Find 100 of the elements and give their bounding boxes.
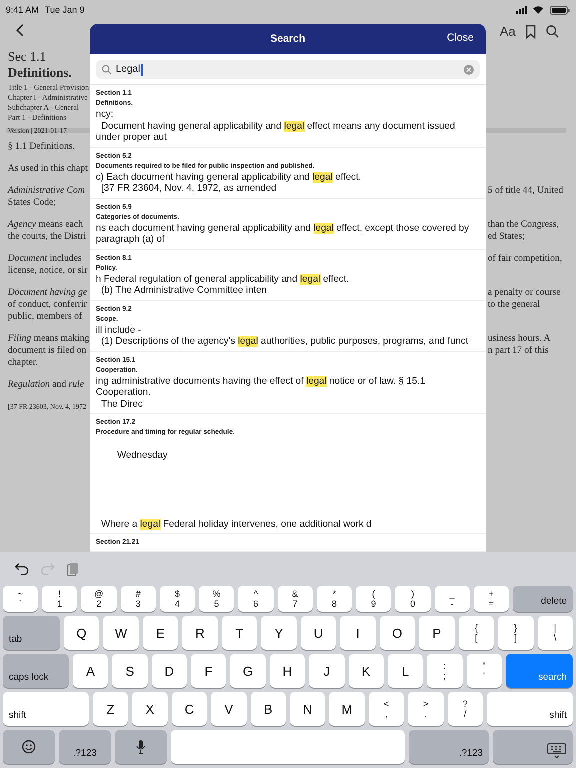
key[interactable]: ( 9 (356, 586, 392, 612)
dictation-key[interactable] (115, 730, 167, 764)
key[interactable]: O (380, 616, 416, 650)
result-snippet[interactable]: Wednesday Where a legal Federal holiday intervenes, one additional work d (96, 438, 480, 530)
document-text: public, members of (7, 311, 84, 323)
key[interactable]: ? / (448, 692, 484, 726)
dialog-title: Search (270, 33, 306, 45)
search-key[interactable]: search (506, 654, 573, 688)
key[interactable]: ~ ` (3, 586, 38, 612)
key[interactable]: _ - (434, 586, 470, 612)
key[interactable]: # 3 (120, 586, 156, 612)
key[interactable]: Y (261, 616, 297, 650)
key[interactable]: V (211, 692, 247, 726)
hide-keyboard-key[interactable] (493, 730, 573, 764)
undo-icon[interactable] (15, 563, 29, 575)
key[interactable]: G (230, 654, 266, 688)
key[interactable]: : ; (427, 654, 463, 688)
key[interactable]: E (142, 616, 178, 650)
key[interactable]: } ] (498, 616, 534, 650)
key[interactable]: ) 0 (395, 586, 431, 612)
bookmark-icon[interactable] (526, 24, 536, 38)
document-text: Agency means each (6, 219, 84, 231)
document-text: As used in this chapt (7, 163, 89, 175)
key[interactable]: X (132, 692, 168, 726)
numbers-key[interactable]: .?123 (409, 730, 489, 764)
key[interactable]: < , (368, 692, 404, 726)
key[interactable]: U (300, 616, 336, 650)
key[interactable]: F (191, 654, 226, 688)
tab-key[interactable]: tab (3, 616, 60, 650)
emoji-key[interactable] (3, 730, 55, 764)
key[interactable]: R (182, 616, 218, 650)
key[interactable]: @ 2 (81, 586, 117, 612)
delete-key[interactable]: delete (513, 586, 574, 612)
key[interactable]: Q (64, 616, 100, 650)
shift-key[interactable]: shift (3, 692, 89, 726)
document-text: than the Congress, (487, 219, 560, 231)
result-snippet[interactable]: ill include - (1) Descriptions of the agency's legal authorities, public purposes, programs, and funct (96, 324, 480, 348)
document-text: 5 of title 44, United (487, 185, 564, 197)
key[interactable]: K (348, 654, 384, 688)
shift-key[interactable]: shift (487, 692, 574, 726)
key[interactable]: I (340, 616, 376, 650)
key[interactable]: S (112, 654, 148, 688)
battery-icon (550, 6, 570, 14)
key[interactable]: ! 1 (42, 586, 78, 612)
key[interactable]: T (222, 616, 258, 650)
key[interactable]: % 5 (199, 586, 234, 612)
key[interactable]: * 8 (316, 586, 352, 612)
back-icon[interactable] (16, 24, 24, 37)
key[interactable]: J (309, 654, 345, 688)
key[interactable]: D (152, 654, 188, 688)
key[interactable]: L (388, 654, 424, 688)
key[interactable]: + = (474, 586, 510, 612)
document-text: usiness hours. A (487, 333, 552, 345)
document-text: Filing means making (7, 333, 90, 345)
document-text: a penalty or course (487, 287, 562, 299)
key[interactable]: ^ 6 (238, 586, 274, 612)
key[interactable]: { [ (458, 616, 494, 650)
key[interactable]: & 7 (278, 586, 313, 612)
document-text: license, notice, or sir (7, 265, 89, 277)
key[interactable]: P (419, 616, 455, 650)
key[interactable]: $ 4 (160, 586, 196, 612)
caps-lock-key[interactable]: caps lock (3, 654, 69, 688)
document-text: to the general (487, 299, 542, 311)
wifi-icon (533, 6, 544, 14)
document-text: Regulation and rule (7, 379, 86, 391)
text-size-button[interactable]: Aa (500, 24, 516, 39)
search-icon[interactable] (546, 25, 559, 38)
key[interactable]: H (270, 654, 306, 688)
document-text: n part 17 of this (487, 345, 550, 357)
document-text: Administrative Com (6, 185, 86, 197)
key[interactable]: | \ (538, 616, 574, 650)
numbers-key[interactable]: .?123 (59, 730, 111, 764)
result-snippet[interactable]: ncy; Document having general applicability and legal effect means any document issued under proper aut (96, 109, 480, 144)
key[interactable]: W (103, 616, 139, 650)
key[interactable]: M (329, 692, 365, 726)
key[interactable]: Z (93, 692, 128, 726)
document-text: document is filed on (7, 345, 88, 357)
search-icon (102, 64, 112, 74)
document-text: States Code; (7, 197, 58, 209)
result-snippet[interactable]: h Federal regulation of general applicability and legal effect. (b) The Administrative Committee inten (96, 274, 480, 296)
result-snippet[interactable]: c) Each document having general applicability and legal effect. [37 FR 23604, Nov. 4, 1972, as amended (96, 172, 480, 194)
key[interactable]: " ' (466, 654, 502, 688)
search-field[interactable]: Legal (96, 60, 480, 79)
key[interactable]: A (73, 654, 108, 688)
document-text: ed States; (487, 231, 526, 243)
close-button[interactable]: Close (447, 32, 474, 44)
status-date: Tue Jan 9 (45, 5, 85, 15)
key[interactable]: N (290, 692, 326, 726)
result-snippet[interactable]: ing administrative documents having the effect of legal notice or of law. § 15.1 Cooperation. The Direc (96, 376, 480, 410)
key[interactable]: > . (408, 692, 444, 726)
section-number: Sec 1.1 (8, 49, 48, 65)
result-snippet[interactable]: ns each document having general applicability and legal effect, except those covered by paragraph (a) of (96, 222, 480, 246)
key[interactable]: C (172, 692, 208, 726)
keyboard-icon (547, 743, 567, 759)
signal-icon (516, 6, 527, 14)
document-text: § 1.1 Definitions. (7, 141, 76, 153)
document-text: Document having ge (7, 287, 88, 299)
clipboard-icon[interactable] (67, 562, 79, 576)
document-text: Document includes (7, 253, 83, 265)
key[interactable]: B (250, 692, 286, 726)
